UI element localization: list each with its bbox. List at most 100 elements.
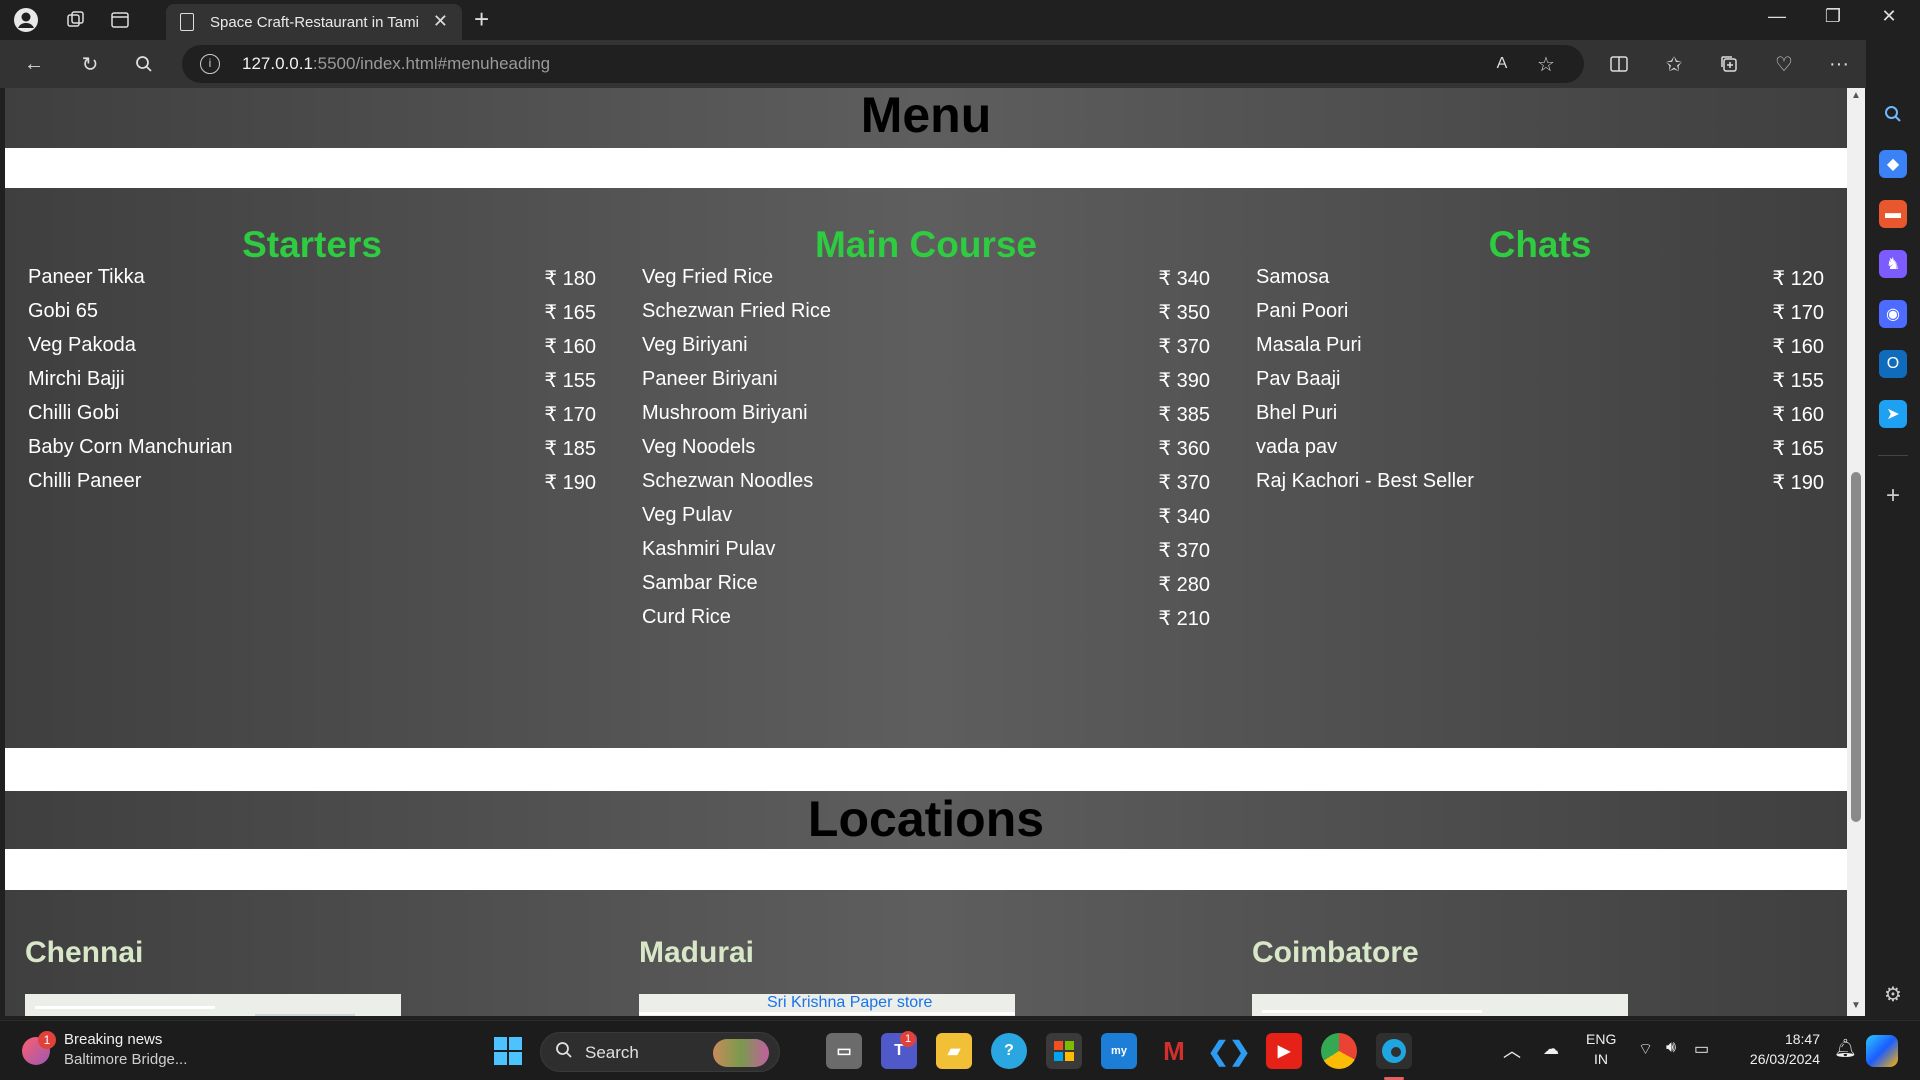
menu-item: Pav Baaji ₹ 155 <box>1256 368 1824 398</box>
menu-item: Sambar Rice ₹ 280 <box>642 572 1210 602</box>
browser-tab-active[interactable]: Space Craft-Restaurant in Tamilnadu ✕ <box>166 4 462 40</box>
back-icon[interactable]: ← <box>20 50 48 78</box>
location-title-chennai: Chennai <box>25 936 144 969</box>
menu-item: Chilli Paneer ₹ 190 <box>28 470 596 500</box>
menu-item: Schezwan Noodles ₹ 370 <box>642 470 1210 500</box>
search-icon[interactable] <box>130 50 158 78</box>
menu-item-price: ₹ 155 <box>1772 370 1824 392</box>
games-icon[interactable]: ♞ <box>1879 250 1907 278</box>
new-tab-plus-icon[interactable]: + <box>474 4 489 35</box>
menu-item-name: Mushroom Biriyani <box>642 402 808 424</box>
menu-heading: Menu <box>860 88 992 143</box>
tools-briefcase-icon[interactable]: ▬ <box>1879 200 1907 228</box>
minimize-icon[interactable]: — <box>1757 6 1797 27</box>
volume-icon[interactable]: 🔊︎ <box>1666 1039 1676 1057</box>
scroll-down-arrow-icon[interactable]: ▼ <box>1850 1000 1862 1011</box>
mysql-workbench-icon[interactable]: my <box>1101 1033 1137 1069</box>
search-highlight-image <box>713 1039 769 1067</box>
menu-item: Mushroom Biriyani ₹ 385 <box>642 402 1210 432</box>
more-menu-icon[interactable]: ··· <box>1825 50 1853 78</box>
battery-icon[interactable]: ▭ <box>1694 1039 1709 1059</box>
scroll-up-arrow-icon[interactable]: ▲ <box>1850 90 1862 101</box>
browser-essentials-icon[interactable]: ♡ <box>1770 50 1798 78</box>
favorite-star-icon[interactable]: ☆ <box>1532 50 1560 78</box>
menu-item-price: ₹ 190 <box>544 472 596 494</box>
column-title: Main Course <box>814 224 1038 265</box>
menu-item-name: Veg Pulav <box>642 504 733 526</box>
file-explorer-icon[interactable]: ▰ <box>936 1033 972 1069</box>
restore-icon[interactable]: ❐ <box>1813 6 1853 27</box>
read-aloud-icon[interactable]: A <box>1488 50 1516 78</box>
windows-start-icon[interactable] <box>490 1033 526 1069</box>
menu-item: Curd Rice ₹ 210 <box>642 606 1210 636</box>
clock-time[interactable]: 18:47 <box>1738 1031 1820 1047</box>
sidebar-settings-gear-icon[interactable]: ⚙ <box>1879 980 1907 1008</box>
news-subtitle[interactable]: Baltimore Bridge... <box>64 1051 187 1068</box>
map-chennai[interactable] <box>25 994 401 1016</box>
menu-item-name: Sambar Rice <box>642 572 758 594</box>
location-title-coimbatore: Coimbatore <box>1252 936 1419 969</box>
wifi-icon[interactable]: ⌔ <box>1638 1039 1653 1059</box>
menu-item: Veg Pulav ₹ 340 <box>642 504 1210 534</box>
menu-section: Starters Paneer Tikka ₹ 180 Gobi 65 ₹ 165 Ve… <box>5 188 1847 748</box>
news-badge: 1 <box>38 1031 56 1049</box>
news-title[interactable]: Breaking news <box>64 1031 162 1048</box>
menu-item: Chilli Gobi ₹ 170 <box>28 402 596 432</box>
drop-send-icon[interactable]: ➤ <box>1879 400 1907 428</box>
browser-toolbar: ← ↻ i 127.0.0.1:5500/index.html#menuhead… <box>0 40 1920 88</box>
menu-item-name: Gobi 65 <box>28 300 99 322</box>
sidebar-search-icon[interactable] <box>1879 100 1907 128</box>
page-scrollbar[interactable]: ▲ ▼ <box>1847 88 1865 1016</box>
site-info-icon[interactable]: i <box>200 54 220 74</box>
profile-icon[interactable] <box>12 6 40 34</box>
search-label: Search <box>585 1043 639 1062</box>
mcafee-icon[interactable]: M <box>1156 1033 1192 1069</box>
language-bottom[interactable]: IN <box>1586 1051 1616 1067</box>
address-bar[interactable]: i 127.0.0.1:5500/index.html#menuheading … <box>182 45 1584 83</box>
outlook-icon[interactable]: O <box>1879 350 1907 378</box>
menu-item-name: Veg Noodels <box>642 436 756 458</box>
taskbar-search-box[interactable]: Search <box>540 1032 780 1072</box>
split-screen-icon[interactable] <box>1605 50 1633 78</box>
close-tab-icon[interactable]: ✕ <box>433 11 448 32</box>
chrome-icon[interactable] <box>1321 1033 1357 1069</box>
collections-icon[interactable] <box>1715 50 1743 78</box>
window-close-icon[interactable]: ✕ <box>1869 6 1909 27</box>
menu-item-name: Veg Fried Rice <box>642 266 774 288</box>
workspaces-icon[interactable] <box>62 6 90 34</box>
copilot-taskbar-icon[interactable] <box>1866 1035 1898 1067</box>
menu-item-price: ₹ 160 <box>1772 336 1824 358</box>
map-road <box>255 1014 355 1016</box>
clock-date[interactable]: 26/03/2024 <box>1732 1051 1820 1067</box>
edge-taskbar-icon[interactable] <box>1376 1033 1412 1069</box>
task-view-icon[interactable]: ▭ <box>826 1033 862 1069</box>
shopping-tag-icon[interactable]: ◆ <box>1879 150 1907 178</box>
favorites-icon[interactable]: ✩ <box>1660 50 1688 78</box>
get-help-icon[interactable]: ? <box>991 1033 1027 1069</box>
youtube-icon[interactable]: ▶ <box>1266 1033 1302 1069</box>
menu-item-name: Bhel Puri <box>1256 402 1338 424</box>
notifications-bell-icon[interactable]: 🔔︎ <box>1834 1038 1857 1059</box>
menu-item: Veg Biriyani ₹ 370 <box>642 334 1210 364</box>
locations-heading: Locations <box>807 791 1045 847</box>
menu-item-name: Kashmiri Pulav <box>642 538 776 560</box>
scrollbar-thumb[interactable] <box>1851 472 1861 822</box>
vertical-tabs-icon[interactable] <box>106 6 134 34</box>
menu-item-price: ₹ 160 <box>544 336 596 358</box>
refresh-icon[interactable]: ↻ <box>76 50 104 78</box>
vscode-icon[interactable]: ❮❯ <box>1207 1033 1251 1069</box>
microsoft-store-icon[interactable] <box>1046 1033 1082 1069</box>
tab-title: Space Craft-Restaurant in Tamilnadu <box>210 14 420 31</box>
map-coimbatore[interactable] <box>1252 994 1628 1016</box>
microsoft-365-icon[interactable]: ◉ <box>1879 300 1907 328</box>
menu-item-name: Schezwan Fried Rice <box>642 300 831 322</box>
map-madurai[interactable]: Sri Krishna Paper store <box>639 994 1015 1016</box>
add-sidebar-app-icon[interactable]: + <box>1879 482 1907 510</box>
edge-sidebar: ◆ ▬ ♞ ◉ O ➤ + ⚙ <box>1866 40 1920 1020</box>
language-top[interactable]: ENG <box>1586 1031 1616 1047</box>
show-hidden-icons-chevron-icon[interactable]: ︿ <box>1503 1037 1521 1063</box>
onedrive-cloud-icon[interactable]: ☁ <box>1543 1039 1559 1059</box>
menu-item: Baby Corn Manchurian ₹ 185 <box>28 436 596 466</box>
teams-badge: 1 <box>900 1031 916 1047</box>
url-text[interactable]: 127.0.0.1:5500/index.html#menuheading <box>242 54 550 74</box>
